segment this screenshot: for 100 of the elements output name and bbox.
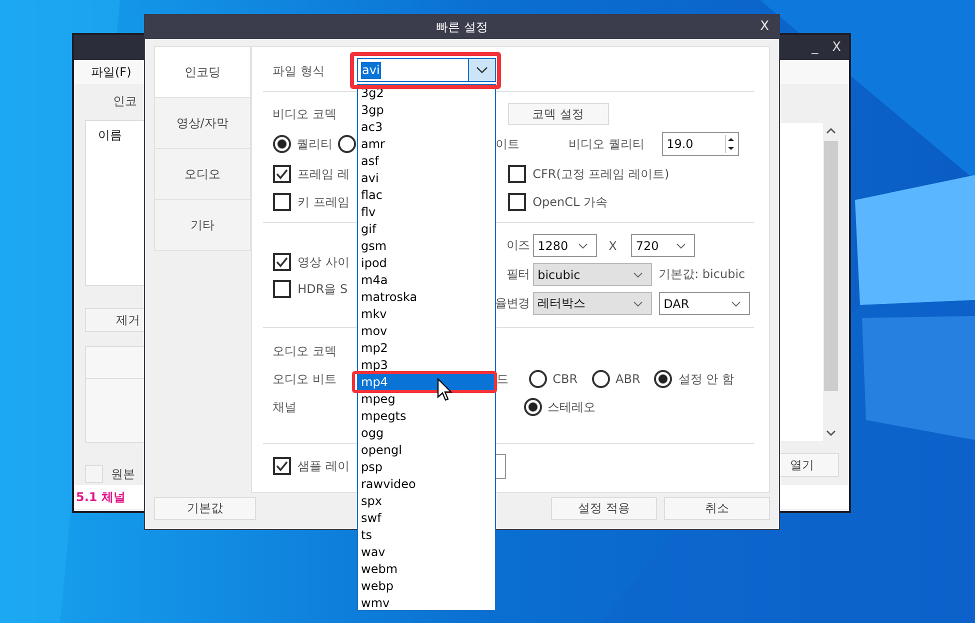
list-item[interactable]: avi bbox=[358, 170, 495, 187]
separator-text: X bbox=[608, 238, 617, 252]
list-item[interactable]: gsm bbox=[358, 238, 495, 255]
radio-label: ABR bbox=[616, 372, 640, 386]
list-item[interactable]: m4a bbox=[358, 272, 495, 289]
field-label: 이즈 bbox=[506, 237, 530, 254]
close-button[interactable]: X bbox=[760, 19, 769, 34]
field-label: 드 bbox=[496, 370, 509, 388]
checkbox-label: 원본 bbox=[111, 466, 135, 482]
checkbox-label: 영상 사이 bbox=[298, 254, 350, 270]
list-item[interactable]: webp bbox=[358, 578, 495, 595]
chevron-down-icon[interactable] bbox=[826, 429, 836, 437]
checkbox-label: 샘플 레이 bbox=[298, 458, 350, 474]
checkbox[interactable] bbox=[272, 193, 291, 211]
field-label: 파일 형식 bbox=[272, 62, 326, 80]
field-label: 율변경 bbox=[494, 295, 530, 312]
list-item[interactable]: swf bbox=[358, 510, 495, 527]
chevron-down-icon bbox=[476, 66, 488, 74]
list-item[interactable]: mp3 bbox=[358, 357, 495, 374]
checkbox[interactable] bbox=[272, 253, 291, 271]
dialog-button[interactable]: 기본값 bbox=[154, 497, 256, 520]
radio-button[interactable] bbox=[338, 135, 356, 153]
aspect-select[interactable]: 레터박스 bbox=[532, 292, 652, 315]
list-item[interactable]: amr bbox=[358, 136, 495, 153]
chevron-down-icon bbox=[730, 300, 741, 306]
checkbox[interactable] bbox=[508, 165, 526, 183]
list-item[interactable]: mov bbox=[358, 323, 495, 340]
list-item[interactable]: mpegts bbox=[358, 408, 495, 425]
list-item[interactable]: gif bbox=[358, 221, 495, 238]
radio-button[interactable] bbox=[592, 370, 610, 388]
section-label: 비디오 코덱 bbox=[272, 106, 336, 120]
list-item[interactable]: asf bbox=[358, 153, 495, 170]
list-item[interactable]: mpeg bbox=[358, 391, 495, 408]
radio-label: 이트 bbox=[496, 136, 520, 152]
checkbox[interactable] bbox=[272, 165, 291, 183]
list-item[interactable]: matroska bbox=[358, 289, 495, 306]
checkbox-label: OpenCL 가속 bbox=[532, 194, 608, 210]
checkbox-label: 키 프레임 bbox=[298, 194, 350, 210]
list-item[interactable]: ogg bbox=[358, 425, 495, 442]
checkbox-label: CFR(고정 프레임 레이트) bbox=[532, 166, 670, 182]
window-control[interactable]: _ bbox=[812, 40, 818, 55]
cursor-icon bbox=[437, 378, 453, 402]
section-label: 오디오 코덱 bbox=[272, 342, 336, 360]
list-item[interactable]: flac bbox=[358, 187, 495, 204]
aspect-reference-select[interactable]: DAR bbox=[658, 292, 750, 315]
list-item[interactable]: mp4 bbox=[358, 374, 495, 391]
window-title: 빠른 설정 bbox=[436, 18, 488, 36]
chevron-up-icon[interactable] bbox=[826, 127, 836, 135]
list-item[interactable]: 3gp bbox=[358, 102, 495, 119]
list-item[interactable]: ac3 bbox=[358, 119, 495, 136]
radio-label: CBR bbox=[552, 372, 578, 386]
list-item[interactable]: mp2 bbox=[358, 340, 495, 357]
dialog-button[interactable]: 취소 bbox=[664, 497, 770, 520]
default-hint: 기본값: bicubic bbox=[658, 266, 746, 283]
radio-label: 설정 안 함 bbox=[678, 370, 734, 388]
filter-select[interactable]: bicubic bbox=[532, 263, 652, 286]
radio-button[interactable] bbox=[524, 398, 542, 416]
chevron-down-icon bbox=[632, 300, 643, 306]
list-item[interactable]: ipod bbox=[358, 255, 495, 272]
radio-label: 퀄리티 bbox=[296, 136, 334, 152]
tab[interactable]: 오디오 bbox=[154, 148, 251, 199]
width-select[interactable]: 1280 bbox=[532, 234, 597, 257]
radio-button[interactable] bbox=[528, 370, 547, 388]
format-combobox[interactable]: avi bbox=[357, 58, 496, 82]
checkbox[interactable] bbox=[272, 457, 291, 475]
chevron-down-icon bbox=[578, 242, 588, 248]
list-item[interactable]: spx bbox=[358, 493, 495, 510]
checkbox[interactable] bbox=[508, 193, 526, 211]
radio-label: 스테레오 bbox=[548, 398, 596, 416]
arrow-up-icon[interactable] bbox=[726, 135, 736, 144]
chevron-down-icon bbox=[632, 272, 643, 278]
window-control[interactable]: X bbox=[832, 40, 841, 55]
list-item[interactable]: wmv bbox=[358, 595, 495, 612]
tab[interactable]: 기타 bbox=[154, 199, 251, 251]
field-label: 비디오 퀄리티 bbox=[568, 136, 646, 152]
list-item[interactable]: opengl bbox=[358, 442, 495, 459]
codec-settings-button[interactable]: 코덱 설정 bbox=[508, 103, 609, 125]
radio-button[interactable] bbox=[272, 135, 291, 153]
checkbox-label: 프레임 레 bbox=[298, 166, 350, 182]
list-item[interactable]: ts bbox=[358, 527, 495, 544]
list-item[interactable]: flv bbox=[358, 204, 495, 221]
menu-item[interactable]: 파일(F) bbox=[91, 64, 132, 80]
list-item[interactable]: mkv bbox=[358, 306, 495, 323]
dialog-button[interactable]: 설정 적용 bbox=[551, 497, 657, 520]
quality-spinbox[interactable]: 19.0 bbox=[662, 132, 739, 156]
radio-button[interactable] bbox=[654, 370, 672, 388]
chevron-down-icon bbox=[676, 242, 686, 248]
column-header: 이름 bbox=[98, 128, 122, 142]
arrow-down-icon[interactable] bbox=[726, 144, 736, 153]
list-item[interactable]: webm bbox=[358, 561, 495, 578]
list-item[interactable]: psp bbox=[358, 459, 495, 476]
tab[interactable]: 인코딩 bbox=[154, 46, 251, 97]
checkbox[interactable] bbox=[272, 280, 291, 298]
list-item[interactable]: rawvideo bbox=[358, 476, 495, 493]
height-select[interactable]: 720 bbox=[630, 234, 695, 257]
dropdown-button[interactable] bbox=[468, 59, 495, 81]
tab[interactable]: 영상/자막 bbox=[154, 97, 251, 148]
list-item[interactable]: wav bbox=[358, 544, 495, 561]
field-label: 필터 bbox=[506, 266, 530, 283]
field-label: 오디오 비트 bbox=[272, 372, 336, 386]
